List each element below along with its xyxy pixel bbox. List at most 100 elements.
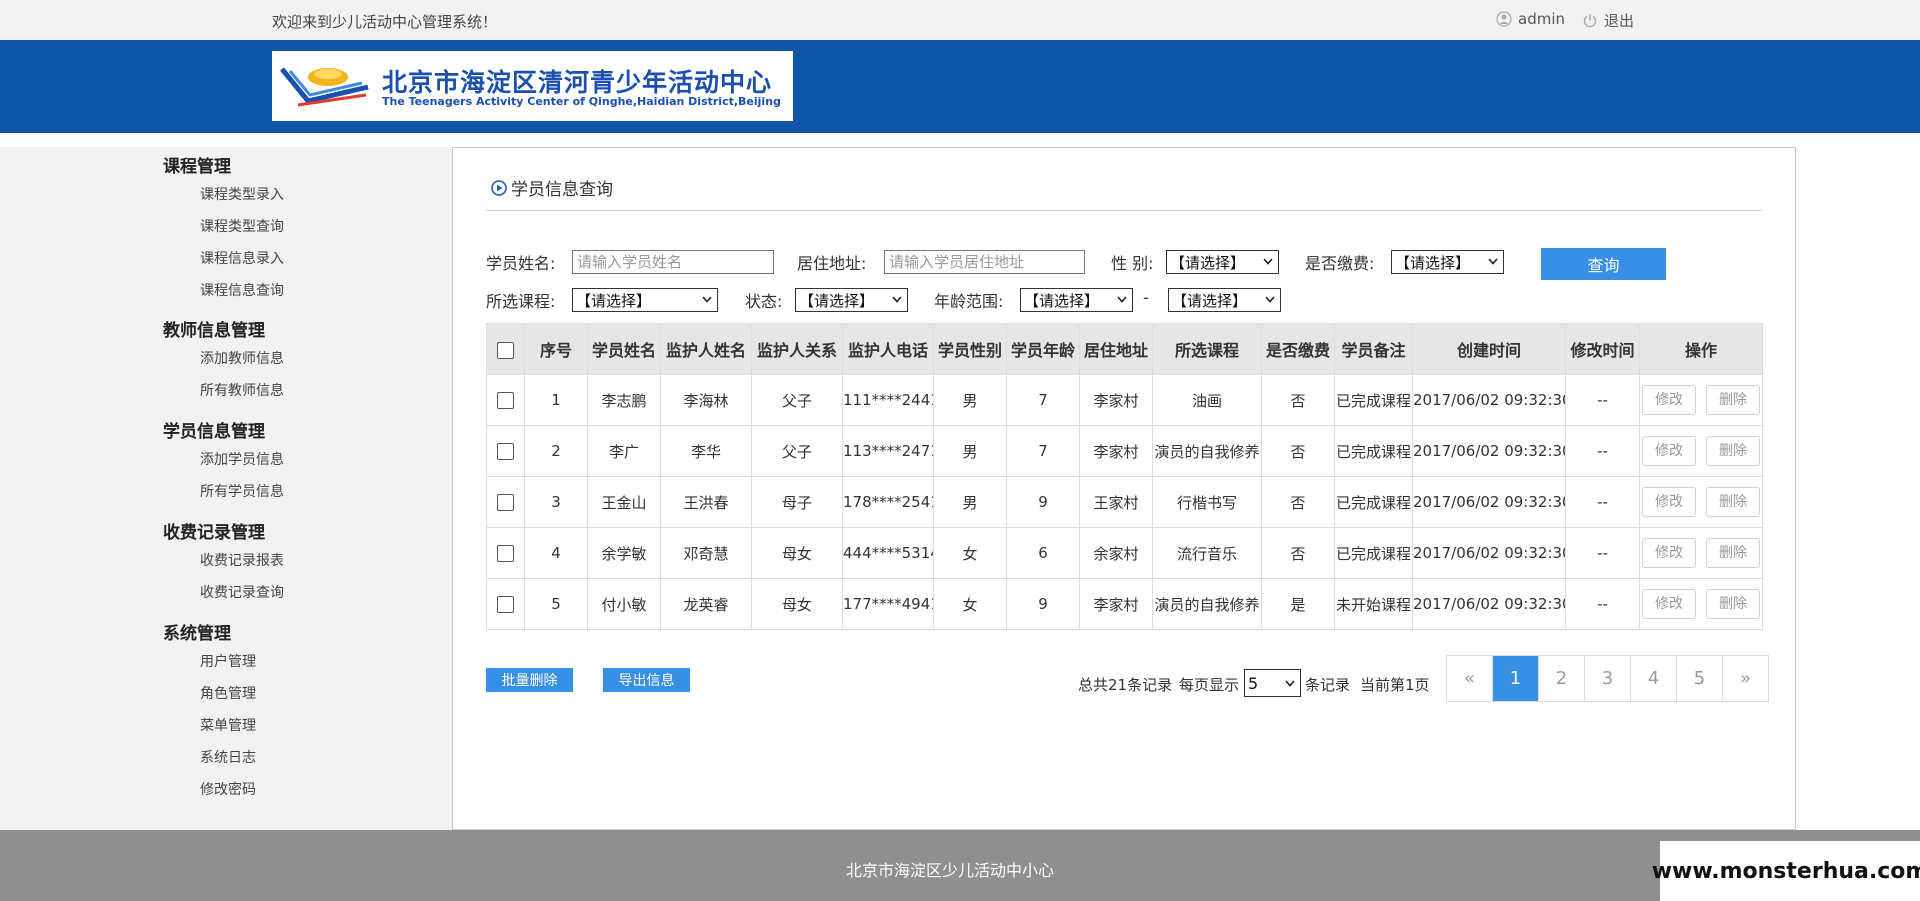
table-cell: 2017/06/02 09:32:30 xyxy=(1412,527,1566,579)
table-cell: 李家村 xyxy=(1079,578,1153,630)
sidebar-item[interactable]: 课程类型查询 xyxy=(200,216,284,236)
page-4-button[interactable]: 4 xyxy=(1630,656,1676,701)
table-cell: 男 xyxy=(933,476,1007,528)
row-checkbox[interactable] xyxy=(497,392,514,409)
total-records: 总共21条记录 xyxy=(1078,676,1173,694)
table-cell: 李海林 xyxy=(660,374,752,426)
paid-select[interactable]: 【请选择】 xyxy=(1391,250,1504,274)
age-to-select[interactable]: 【请选择】 xyxy=(1168,288,1281,312)
page-5-button[interactable]: 5 xyxy=(1676,656,1722,701)
table-cell: 母子 xyxy=(751,476,843,528)
table-cell: -- xyxy=(1565,374,1640,426)
sidebar-group-title: 收费记录管理 xyxy=(163,523,265,543)
edit-button[interactable]: 修改 xyxy=(1642,538,1696,568)
table-cell: 是 xyxy=(1261,578,1335,630)
header-age: 学员年龄 xyxy=(1006,323,1080,375)
row-checkbox[interactable] xyxy=(497,443,514,460)
age-from-value: 【请选择】 xyxy=(1024,291,1100,310)
sidebar-item[interactable]: 添加学员信息 xyxy=(200,449,284,469)
age-from-select[interactable]: 【请选择】 xyxy=(1020,288,1133,312)
sidebar-item[interactable]: 添加教师信息 xyxy=(200,348,284,368)
delete-button[interactable]: 删除 xyxy=(1706,487,1760,517)
page-3-button[interactable]: 3 xyxy=(1584,656,1630,701)
per-page-label: 每页显示 xyxy=(1179,676,1240,694)
chevron-down-icon xyxy=(1285,680,1295,687)
table-cell: 否 xyxy=(1261,425,1335,477)
delete-button[interactable]: 删除 xyxy=(1706,538,1760,568)
power-icon xyxy=(1583,14,1597,27)
sidebar-item[interactable]: 修改密码 xyxy=(200,779,256,799)
table-cell: 4 xyxy=(524,527,588,579)
row-checkbox[interactable] xyxy=(497,494,514,511)
status-label: 状态: xyxy=(745,292,783,311)
sidebar-item[interactable]: 收费记录报表 xyxy=(200,550,284,570)
edit-button[interactable]: 修改 xyxy=(1642,487,1696,517)
prev-page-button[interactable]: « xyxy=(1447,656,1492,701)
user-name: admin xyxy=(1518,10,1565,28)
user-menu[interactable]: admin xyxy=(1496,10,1565,28)
course-select[interactable]: 【请选择】 xyxy=(572,288,718,312)
header-guardian-name: 监护人姓名 xyxy=(660,323,752,375)
table-cell: 付小敏 xyxy=(587,578,661,630)
title-divider xyxy=(486,210,1762,211)
per-page-select[interactable]: 5 xyxy=(1244,669,1301,697)
row-checkbox[interactable] xyxy=(497,545,514,562)
sidebar-item[interactable]: 用户管理 xyxy=(200,651,256,671)
table-cell: 否 xyxy=(1261,374,1335,426)
table-cell: 6 xyxy=(1006,527,1080,579)
pagination: « 1 2 3 4 5 » xyxy=(1446,655,1769,702)
row-select-cell xyxy=(486,374,525,426)
sidebar-item[interactable]: 菜单管理 xyxy=(200,715,256,735)
status-select[interactable]: 【请选择】 xyxy=(795,288,908,312)
page-1-button[interactable]: 1 xyxy=(1492,656,1538,701)
row-actions-cell: 修改 删除 xyxy=(1639,374,1763,426)
sidebar-item[interactable]: 所有学员信息 xyxy=(200,481,284,501)
sidebar-item[interactable]: 收费记录查询 xyxy=(200,582,284,602)
page-2-button[interactable]: 2 xyxy=(1538,656,1584,701)
row-select-cell xyxy=(486,578,525,630)
delete-button[interactable]: 删除 xyxy=(1706,436,1760,466)
table-cell: 1 xyxy=(524,374,588,426)
header-remark: 学员备注 xyxy=(1334,323,1413,375)
table-cell: -- xyxy=(1565,425,1640,477)
sidebar-item[interactable]: 所有教师信息 xyxy=(200,380,284,400)
delete-button[interactable]: 删除 xyxy=(1706,385,1760,415)
chevron-down-icon xyxy=(1488,258,1498,265)
batch-delete-button[interactable]: 批量删除 xyxy=(486,668,573,692)
table-cell: 演员的自我修养 xyxy=(1152,425,1262,477)
gender-select[interactable]: 【请选择】 xyxy=(1166,250,1279,274)
logout-link[interactable]: 退出 xyxy=(1582,10,1634,31)
query-button[interactable]: 查询 xyxy=(1541,248,1666,280)
edit-button[interactable]: 修改 xyxy=(1642,436,1696,466)
edit-button[interactable]: 修改 xyxy=(1642,589,1696,619)
table-cell: 男 xyxy=(933,374,1007,426)
sidebar-item[interactable]: 课程类型录入 xyxy=(200,184,284,204)
table-cell: 女 xyxy=(933,578,1007,630)
delete-button[interactable]: 删除 xyxy=(1706,589,1760,619)
table-cell: 未开始课程 xyxy=(1334,578,1413,630)
sidebar-item[interactable]: 系统日志 xyxy=(200,747,256,767)
header-paid: 是否缴费 xyxy=(1261,323,1335,375)
sidebar-item[interactable]: 课程信息查询 xyxy=(200,280,284,300)
address-input[interactable] xyxy=(884,250,1085,274)
current-page-text: 当前第1页 xyxy=(1360,676,1430,694)
edit-button[interactable]: 修改 xyxy=(1642,385,1696,415)
name-label: 学员姓名: xyxy=(486,254,556,273)
select-all-checkbox[interactable] xyxy=(497,341,514,359)
status-select-value: 【请选择】 xyxy=(799,291,875,310)
sidebar-group-title: 课程管理 xyxy=(163,157,231,177)
sidebar-item[interactable]: 角色管理 xyxy=(200,683,256,703)
select-all-cell xyxy=(486,323,525,375)
header-guardian-relation: 监护人关系 xyxy=(751,323,843,375)
table-cell: 178****2541 xyxy=(842,476,934,528)
table-cell: 2017/06/02 09:32:30 xyxy=(1412,578,1566,630)
export-button[interactable]: 导出信息 xyxy=(603,668,690,692)
row-checkbox[interactable] xyxy=(497,596,514,613)
sidebar-item[interactable]: 课程信息录入 xyxy=(200,248,284,268)
table-cell: 男 xyxy=(933,425,1007,477)
table-cell: 7 xyxy=(1006,374,1080,426)
table-cell: 2017/06/02 09:32:30 xyxy=(1412,476,1566,528)
table-cell: 李家村 xyxy=(1079,425,1153,477)
student-name-input[interactable] xyxy=(572,250,774,274)
next-page-button[interactable]: » xyxy=(1722,656,1768,701)
